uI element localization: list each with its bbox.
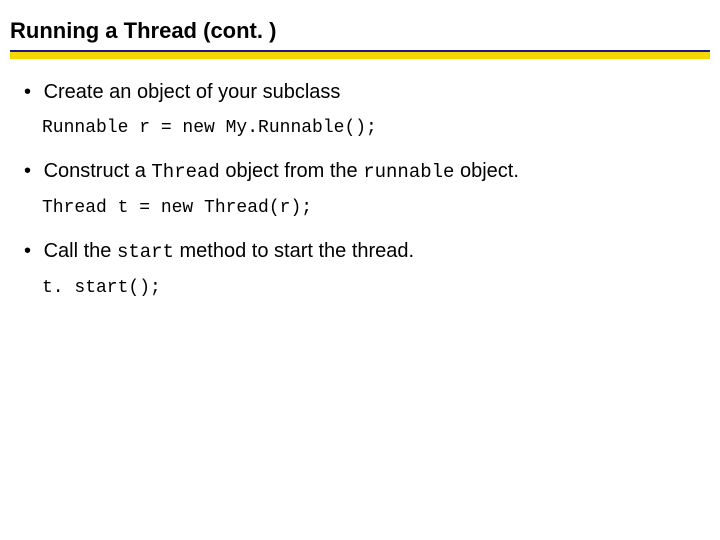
title-area: Running a Thread (cont. ) xyxy=(0,0,720,65)
bullet-3-prefix: Call the xyxy=(44,240,117,262)
bullet-2: • Construct a Thread object from the run… xyxy=(24,158,696,186)
bullet-1-text: Create an object of your subclass xyxy=(44,81,341,103)
bullet-icon: • xyxy=(24,79,38,106)
bullet-1-code: Runnable r = new My.Runnable(); xyxy=(42,116,696,140)
bullet-2-mono-thread: Thread xyxy=(151,161,219,183)
slide-title: Running a Thread (cont. ) xyxy=(10,18,710,44)
bullet-2-mid: object from the xyxy=(220,160,363,182)
bullet-2-suffix: object. xyxy=(454,160,518,182)
bullet-3-code: t. start(); xyxy=(42,276,696,300)
bullet-2-prefix: Construct a xyxy=(44,160,152,182)
bullet-2-code: Thread t = new Thread(r); xyxy=(42,196,696,220)
bullet-icon: • xyxy=(24,238,38,265)
bullet-1: • Create an object of your subclass xyxy=(24,79,696,106)
bullet-3-mid: method to start the thread. xyxy=(174,240,414,262)
bullet-icon: • xyxy=(24,158,38,185)
bullet-3-text: Call the start method to start the threa… xyxy=(44,240,415,262)
bullet-3-mono-start: start xyxy=(117,241,174,263)
bullet-2-text: Construct a Thread object from the runna… xyxy=(44,160,519,182)
bullet-2-mono-runnable: runnable xyxy=(363,161,454,183)
slide-body: • Create an object of your subclass Runn… xyxy=(0,65,720,300)
slide: Running a Thread (cont. ) • Create an ob… xyxy=(0,0,720,540)
bullet-3: • Call the start method to start the thr… xyxy=(24,238,696,266)
title-divider xyxy=(10,50,710,59)
